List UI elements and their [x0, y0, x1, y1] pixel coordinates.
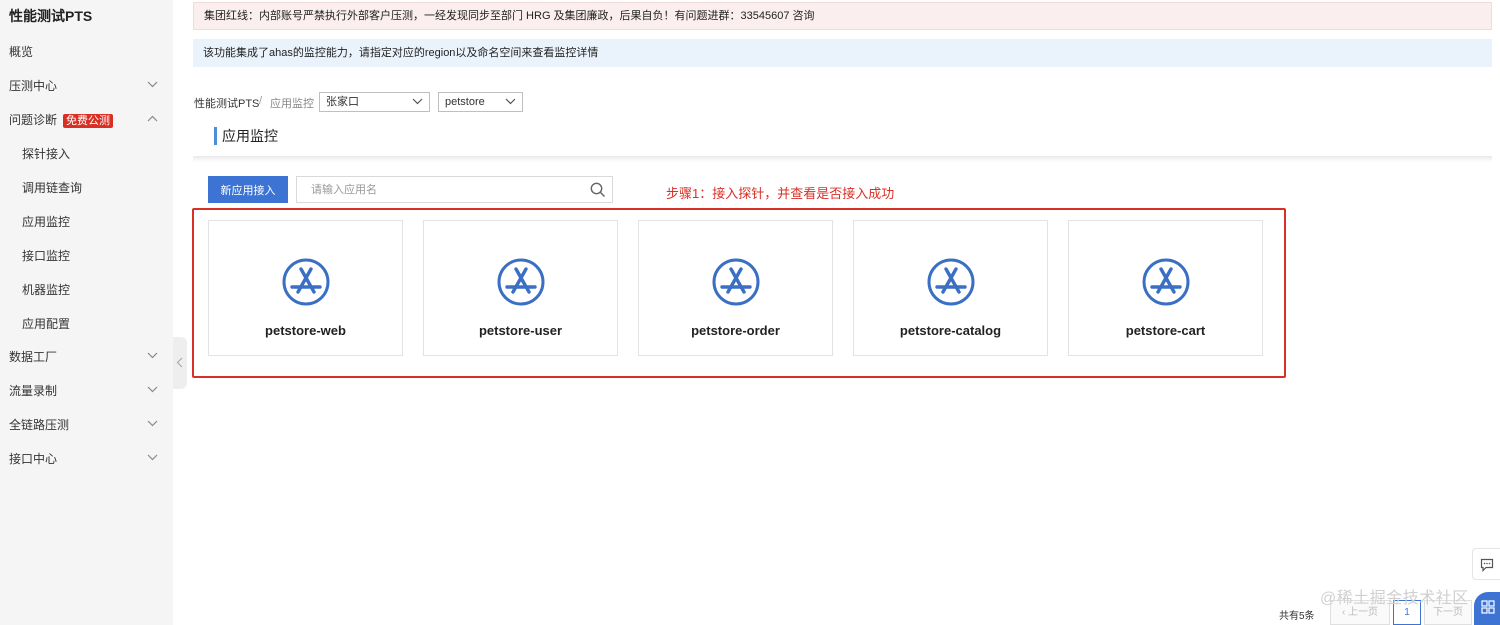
sidebar-item-app-monitor[interactable]: 应用监控 — [0, 205, 173, 239]
chevron-up-icon — [147, 103, 161, 137]
sidebar-item-api-monitor[interactable]: 接口监控 — [0, 239, 173, 273]
app-store-icon — [712, 258, 760, 306]
sidebar-item-overview[interactable]: 概览 — [0, 35, 173, 69]
sidebar-collapse-handle[interactable] — [173, 337, 187, 389]
app-card-petstore-web[interactable]: petstore-web — [208, 220, 403, 356]
info-banner: 该功能集成了ahas的监控能力，请指定对应的region以及命名空间来查看监控详… — [193, 39, 1492, 67]
app-name: petstore-web — [265, 323, 346, 338]
chevron-down-icon — [147, 340, 161, 374]
region-select-value: 张家口 — [326, 96, 359, 108]
namespace-select-value: petstore — [445, 96, 485, 108]
free-beta-badge: 免费公测 — [63, 113, 114, 128]
warning-banner: 集团红线：内部账号严禁执行外部客户压测，一经发现同步至部门 HRG 及集团廉政，… — [193, 2, 1492, 30]
sidebar-item-label: 问题诊断 — [9, 113, 58, 127]
sidebar-item-api-center[interactable]: 接口中心 — [0, 442, 173, 476]
app-name: petstore-user — [478, 323, 563, 338]
search-icon[interactable] — [590, 182, 606, 198]
app-search-box — [296, 176, 613, 203]
app-card-petstore-catalog[interactable]: petstore-catalog — [853, 220, 1048, 356]
sidebar-item-label: 接口监控 — [22, 249, 71, 263]
chevron-down-icon — [147, 69, 161, 103]
new-app-button[interactable]: 新应用接入 — [208, 176, 288, 203]
app-store-icon — [497, 258, 545, 306]
chevron-down-icon — [147, 374, 161, 408]
sidebar-item-label: 机器监控 — [22, 283, 71, 297]
breadcrumb-current: 应用监控 — [270, 98, 314, 110]
chevron-down-icon — [505, 98, 516, 105]
app-store-icon — [927, 258, 975, 306]
region-select[interactable]: 张家口 — [319, 92, 430, 112]
sidebar-item-label: 概览 — [9, 45, 34, 59]
prev-page-label: 上一页 — [1348, 607, 1379, 618]
feedback-button[interactable] — [1472, 548, 1500, 580]
sidebar-item-load-center[interactable]: 压测中心 — [0, 69, 173, 103]
sidebar-item-data-factory[interactable]: 数据工厂 — [0, 340, 173, 374]
page-title: 应用监控 — [214, 127, 278, 145]
app-card-petstore-cart[interactable]: petstore-cart — [1068, 220, 1263, 356]
breadcrumb-separator: / — [259, 95, 263, 107]
sidebar-item-app-config[interactable]: 应用配置 — [0, 307, 173, 341]
app-card-petstore-order[interactable]: petstore-order — [638, 220, 833, 356]
sidebar-item-label: 全链路压测 — [9, 418, 70, 432]
app-card-petstore-user[interactable]: petstore-user — [423, 220, 618, 356]
app-store-icon — [1142, 258, 1190, 306]
title-divider — [193, 156, 1492, 162]
sidebar: 性能测试PTS 概览 压测中心 问题诊断 免费公测 探针接入 调用链查询 应用监控… — [0, 0, 173, 625]
app-name: petstore-order — [691, 323, 780, 338]
assistant-button[interactable] — [1474, 592, 1500, 625]
next-page-label: 下一页 — [1433, 607, 1463, 618]
app-name: petstore-catalog — [899, 323, 1002, 338]
sidebar-item-label: 探针接入 — [22, 147, 71, 161]
sidebar-item-label: 应用配置 — [22, 317, 71, 331]
chat-icon — [1480, 558, 1494, 572]
sidebar-title: 性能测试PTS — [9, 8, 93, 24]
breadcrumb-root[interactable]: 性能测试PTS — [194, 95, 259, 111]
namespace-select[interactable]: petstore — [438, 92, 523, 112]
chevron-down-icon — [147, 408, 161, 442]
watermark: @稀土掘金技术社区 — [1320, 590, 1469, 607]
sidebar-item-label: 压测中心 — [9, 79, 58, 93]
app-name: petstore-cart — [1125, 323, 1206, 338]
qr-grid-icon — [1481, 600, 1495, 614]
sidebar-item-label: 接口中心 — [9, 452, 58, 466]
app-search-input[interactable] — [297, 177, 591, 202]
app-store-icon — [282, 258, 330, 306]
sidebar-item-traffic-record[interactable]: 流量录制 — [0, 374, 173, 408]
sidebar-item-label: 应用监控 — [22, 215, 71, 229]
sidebar-item-trace-query[interactable]: 调用链查询 — [0, 171, 173, 205]
chevron-down-icon — [412, 98, 423, 105]
sidebar-item-label: 流量录制 — [9, 384, 58, 398]
sidebar-item-label: 调用链查询 — [22, 181, 83, 195]
chevron-down-icon — [147, 442, 161, 476]
step-annotation: 步骤1：接入探针，并查看是否接入成功 — [666, 186, 895, 201]
sidebar-item-diagnosis[interactable]: 问题诊断 免费公测 — [0, 103, 173, 137]
pagination-total: 共有5条 — [1279, 611, 1315, 622]
sidebar-item-label: 数据工厂 — [9, 350, 58, 364]
sidebar-item-probe-access[interactable]: 探针接入 — [0, 137, 173, 171]
sidebar-item-full-link[interactable]: 全链路压测 — [0, 408, 173, 442]
sidebar-item-machine-monitor[interactable]: 机器监控 — [0, 273, 173, 307]
